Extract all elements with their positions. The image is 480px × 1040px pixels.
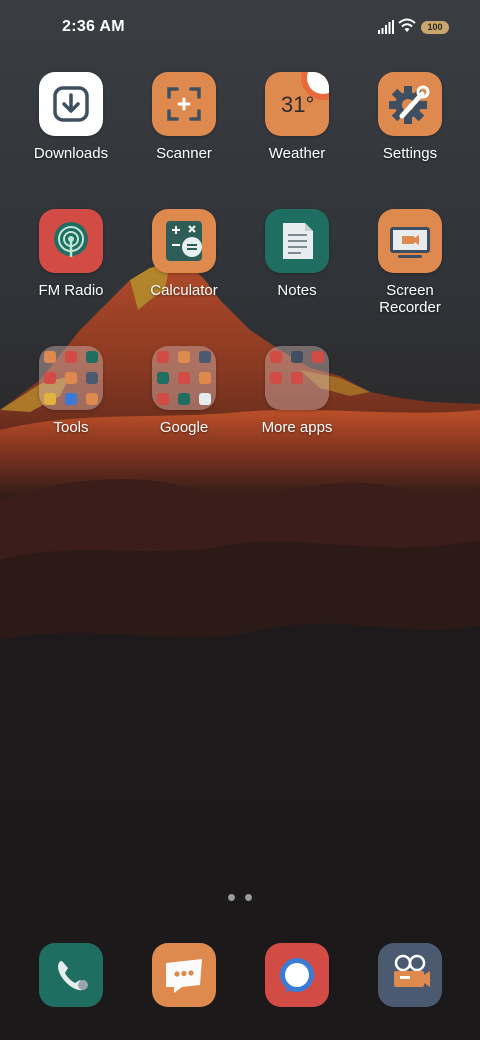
mini-app-icon bbox=[312, 351, 324, 363]
folder-tools[interactable]: Tools bbox=[15, 346, 127, 436]
page-dot-2[interactable] bbox=[245, 894, 252, 901]
dock-messages[interactable] bbox=[152, 943, 216, 1007]
folder-icon bbox=[265, 346, 329, 410]
weather-temperature: 31° bbox=[281, 92, 315, 117]
app-scanner[interactable]: Scanner bbox=[128, 72, 240, 162]
scan-icon bbox=[152, 72, 216, 136]
mini-app-icon bbox=[291, 372, 303, 384]
radio-icon bbox=[39, 209, 103, 273]
gear-icon bbox=[378, 72, 442, 136]
app-fm-radio[interactable]: FM Radio bbox=[15, 209, 127, 299]
page-dot-1[interactable] bbox=[228, 894, 235, 901]
dock-phone[interactable] bbox=[39, 943, 103, 1007]
wifi-icon bbox=[398, 18, 416, 34]
mini-app-icon bbox=[86, 372, 98, 384]
mini-app-icon bbox=[157, 393, 169, 405]
mini-app-icon bbox=[65, 351, 77, 363]
mini-app-icon bbox=[86, 351, 98, 363]
app-settings[interactable]: Settings bbox=[354, 72, 466, 162]
mini-app-icon bbox=[86, 393, 98, 405]
folder-label: Tools bbox=[53, 419, 89, 436]
app-screen-recorder[interactable]: Screen Recorder bbox=[354, 209, 466, 316]
status-time: 2:36 AM bbox=[62, 18, 125, 35]
app-label: Calculator bbox=[150, 282, 218, 299]
mini-app-icon bbox=[157, 351, 169, 363]
folder-google[interactable]: Google bbox=[128, 346, 240, 436]
camera-icon bbox=[378, 943, 442, 1007]
app-label: Scanner bbox=[156, 145, 212, 162]
mini-app-icon bbox=[65, 372, 77, 384]
status-icons: 100 bbox=[378, 18, 450, 38]
app-label-line2: Recorder bbox=[379, 299, 441, 316]
folder-icon bbox=[39, 346, 103, 410]
notes-icon bbox=[265, 209, 329, 273]
folder-icon bbox=[152, 346, 216, 410]
app-label: Screen Recorder bbox=[354, 282, 466, 316]
mini-app-icon bbox=[44, 393, 56, 405]
app-downloads[interactable]: Downloads bbox=[15, 72, 127, 162]
calculator-icon bbox=[152, 209, 216, 273]
mini-app-icon bbox=[65, 393, 77, 405]
browser-icon bbox=[265, 943, 329, 1007]
mini-app-icon bbox=[44, 351, 56, 363]
battery-icon: 100 bbox=[421, 21, 449, 34]
message-icon bbox=[152, 943, 216, 1007]
app-label: Downloads bbox=[33, 145, 109, 162]
app-label-line1: Screen bbox=[386, 282, 434, 299]
mini-app-icon bbox=[157, 372, 169, 384]
mini-app-icon bbox=[44, 372, 56, 384]
download-icon bbox=[39, 72, 103, 136]
app-label: Settings bbox=[382, 145, 438, 162]
dock-browser[interactable] bbox=[265, 943, 329, 1007]
app-label: FM Radio bbox=[38, 282, 104, 299]
mini-app-icon bbox=[178, 351, 190, 363]
app-notes[interactable]: Notes bbox=[241, 209, 353, 299]
signal-icon bbox=[378, 20, 394, 34]
app-label: Weather bbox=[268, 145, 326, 162]
folder-label: Google bbox=[159, 419, 209, 436]
dock-camera[interactable] bbox=[378, 943, 442, 1007]
mini-app-icon bbox=[270, 351, 282, 363]
mini-app-icon bbox=[270, 372, 282, 384]
app-label: Notes bbox=[277, 282, 317, 299]
mini-app-icon bbox=[199, 393, 211, 405]
weather-icon: 31° bbox=[265, 72, 329, 136]
mini-app-icon bbox=[199, 372, 211, 384]
mini-app-icon bbox=[178, 372, 190, 384]
folder-label: More apps bbox=[261, 419, 333, 436]
mini-app-icon bbox=[291, 351, 303, 363]
folder-more-apps[interactable]: More apps bbox=[241, 346, 353, 436]
mini-app-icon bbox=[178, 393, 190, 405]
app-calculator[interactable]: Calculator bbox=[128, 209, 240, 299]
phone-icon bbox=[39, 943, 103, 1007]
screen-recorder-icon bbox=[378, 209, 442, 273]
mini-app-icon bbox=[199, 351, 211, 363]
status-bar: 2:36 AM 100 bbox=[0, 0, 480, 56]
app-weather[interactable]: 31° Weather bbox=[241, 72, 353, 162]
